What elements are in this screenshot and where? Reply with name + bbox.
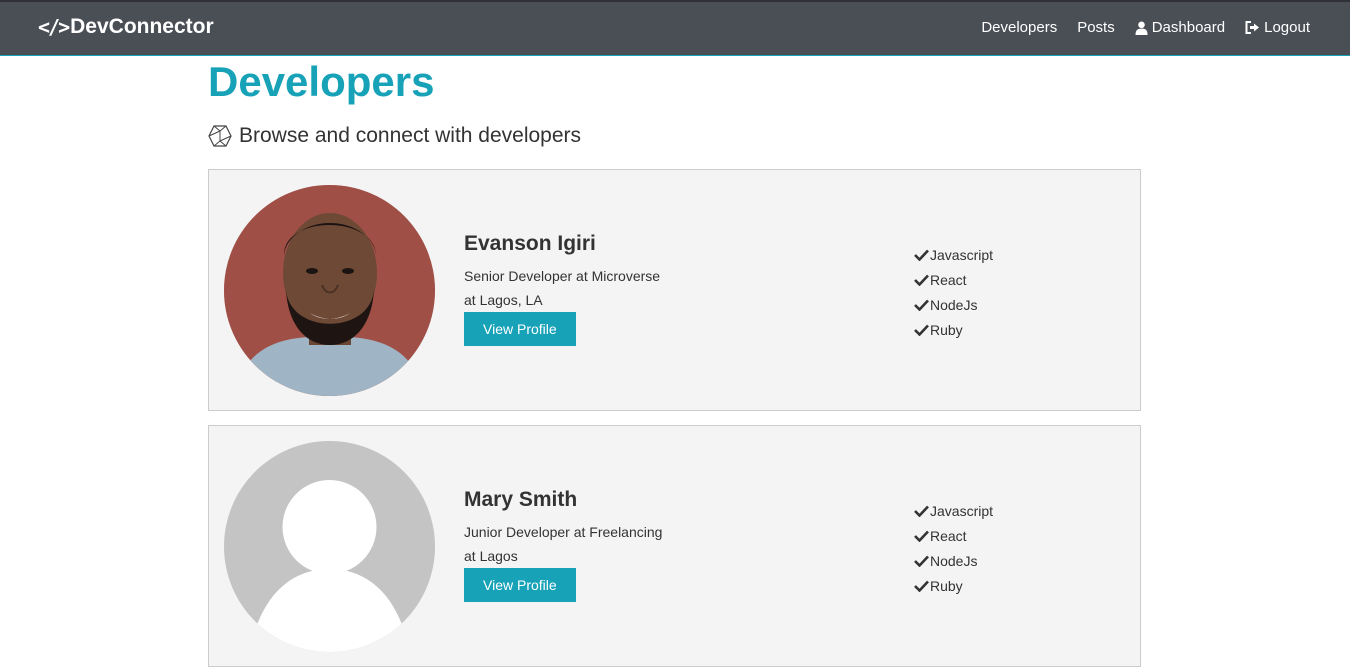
nav-developers[interactable]: Developers xyxy=(981,19,1057,36)
check-icon xyxy=(914,249,929,261)
nav-links: Developers Posts Dashboard Logout xyxy=(961,19,1310,36)
skill-item: React xyxy=(914,523,993,548)
skill-label: React xyxy=(930,527,967,544)
nav-dashboard[interactable]: Dashboard xyxy=(1135,19,1225,36)
developer-name: Evanson Igiri xyxy=(464,232,596,255)
nav-logout[interactable]: Logout xyxy=(1245,19,1310,36)
skill-label: React xyxy=(930,271,967,288)
profile-card: Mary Smith Junior Developer at Freelanci… xyxy=(208,425,1141,667)
developer-location: at Lagos xyxy=(464,548,518,564)
avatar xyxy=(224,441,435,652)
brand-link[interactable]: </> DevConnector xyxy=(38,15,214,39)
check-icon xyxy=(914,555,929,567)
developer-role: Senior Developer at Microverse xyxy=(464,268,661,284)
skill-item: React xyxy=(914,267,993,292)
skills-list: Javascript React NodeJs Ruby xyxy=(914,498,993,598)
developer-name: Mary Smith xyxy=(464,488,578,511)
check-icon xyxy=(914,530,929,542)
nav-posts[interactable]: Posts xyxy=(1077,19,1115,36)
skill-item: NodeJs xyxy=(914,548,993,573)
avatar-photo xyxy=(224,185,435,396)
skill-label: Javascript xyxy=(930,246,994,263)
avatar xyxy=(224,185,435,396)
skill-label: Ruby xyxy=(930,321,963,338)
default-avatar-icon xyxy=(224,441,435,652)
brand-name: DevConnector xyxy=(70,15,214,38)
skill-label: Ruby xyxy=(930,577,963,594)
skill-item: Javascript xyxy=(914,242,993,267)
skill-label: NodeJs xyxy=(930,552,978,569)
view-profile-button[interactable]: View Profile xyxy=(464,312,576,346)
developer-role: Junior Developer at Freelancing xyxy=(464,524,663,540)
check-icon xyxy=(914,580,929,592)
user-icon xyxy=(1135,21,1148,35)
check-icon xyxy=(914,274,929,286)
profile-info: Evanson Igiri Senior Developer at Microv… xyxy=(464,232,660,346)
skill-label: NodeJs xyxy=(930,296,978,313)
nav-logout-label: Logout xyxy=(1264,19,1310,36)
profile-info: Mary Smith Junior Developer at Freelanci… xyxy=(464,488,662,602)
developer-location: at Lagos, LA xyxy=(464,292,543,308)
skills-list: Javascript React NodeJs Ruby xyxy=(914,242,993,342)
nav-dashboard-label: Dashboard xyxy=(1151,19,1226,36)
skill-item: NodeJs xyxy=(914,292,993,317)
page-title: Developers xyxy=(208,58,435,105)
skill-item: Javascript xyxy=(914,498,993,523)
check-icon xyxy=(914,299,929,311)
code-icon: </> xyxy=(38,15,70,39)
check-icon xyxy=(914,505,929,517)
view-profile-button[interactable]: View Profile xyxy=(464,568,576,602)
skill-item: Ruby xyxy=(914,573,993,598)
network-icon xyxy=(208,125,232,147)
main-content: Developers Browse and connect with devel… xyxy=(208,56,1141,148)
sign-out-icon xyxy=(1245,21,1260,34)
skill-label: Javascript xyxy=(930,502,994,519)
check-icon xyxy=(914,324,929,336)
page-lead: Browse and connect with developers xyxy=(208,124,1141,148)
navbar: </> DevConnector Developers Posts Dashbo… xyxy=(0,0,1350,56)
profile-card: Evanson Igiri Senior Developer at Microv… xyxy=(208,169,1141,411)
page-lead-text: Browse and connect with developers xyxy=(239,124,582,147)
skill-item: Ruby xyxy=(914,317,993,342)
